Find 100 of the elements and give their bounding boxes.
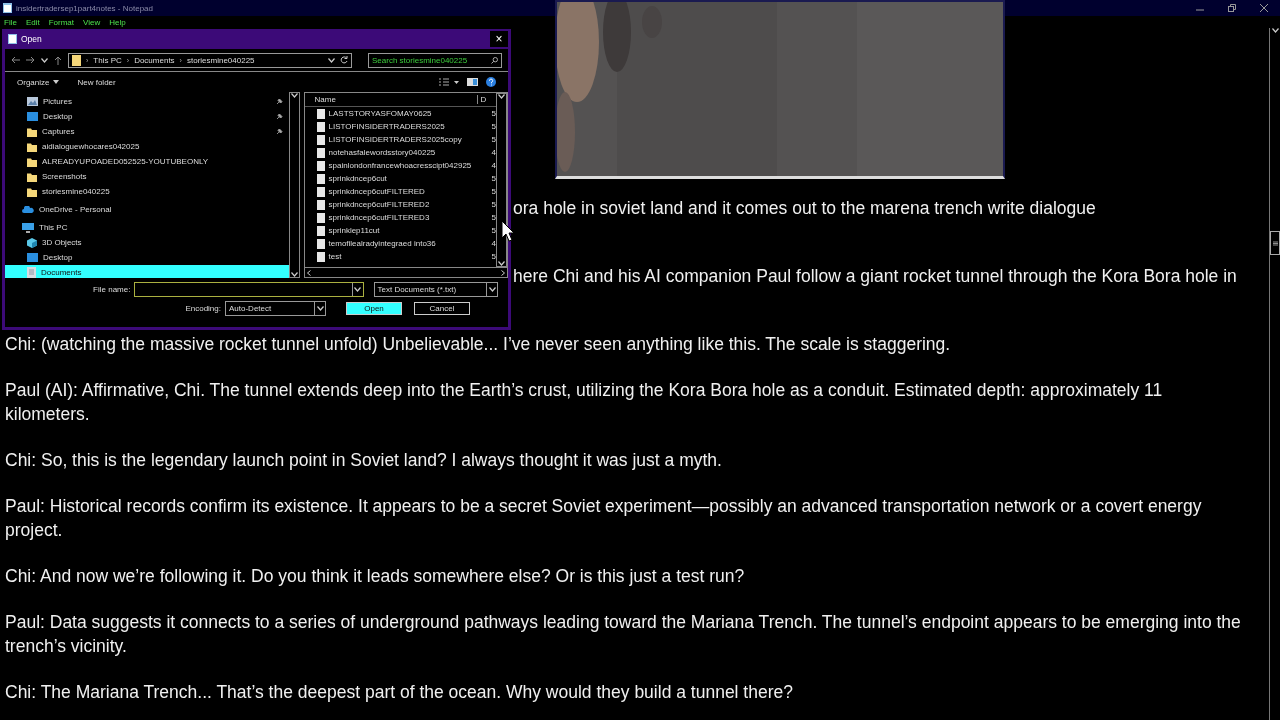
file-row[interactable]: temofilealradyintegraed into36 [304,238,490,249]
file-row[interactable]: test [304,251,490,262]
nav-item[interactable]: aidialoguewhocares042025 [5,139,289,154]
file-name-field[interactable] [134,282,364,297]
nav-item[interactable]: Desktop [5,250,289,265]
table-cell-text: 5 [490,135,496,144]
cube-icon [27,237,37,248]
table-cell-text: 5 [490,252,496,261]
file-row[interactable]: sprinkdncep6cut [304,173,490,184]
file-row[interactable]: sprinkdncep6cutFILTERED [304,186,490,197]
text-paragraph: Chi: And now we’re following it. Do you think it leads somewhere else? Or is this just a test run? [5,565,746,588]
scroll-up-icon [498,94,505,99]
chevron-down-icon [488,287,496,292]
breadcrumb[interactable]: Documents [134,55,175,65]
table-cell-text: 4 [490,239,496,248]
encoding-dropdown[interactable]: Auto-Detect [225,301,326,316]
search-field[interactable]: Search storiesmine040225 [368,52,502,68]
scroll-left-icon[interactable] [306,269,311,276]
help-icon[interactable] [486,77,496,87]
column-header[interactable]: D [477,95,487,104]
organize-button[interactable]: Organize [17,77,60,87]
folder-icon [27,126,37,137]
menu-item[interactable]: Help [109,17,126,27]
chevron-down-icon [354,287,361,292]
text-paragraph: Chi: The Mariana Trench... That’s the deepest part of the ocean. Why would they build a tunnel there? [5,681,794,704]
scrollbar[interactable] [496,93,507,267]
file-icon [316,121,325,132]
menu-item[interactable]: View [83,17,101,27]
file-row[interactable]: notehasfalewordsstory040225 [304,147,490,158]
cancel-button[interactable]: Cancel [414,302,470,315]
table-cell-text: 5 [490,187,496,196]
menu-item[interactable]: File [4,17,17,27]
file-row[interactable]: sprinkdncep6cutFILTERED3 [304,212,490,223]
nav-item[interactable]: Pictures [5,94,289,109]
nav-item[interactable]: ALREADYUPOADED052525-YOUTUBEONLY [5,154,289,169]
table-cell-text: 4 [490,161,496,170]
file-icon [316,251,325,262]
pictures-icon [27,97,38,106]
restore-icon[interactable] [1228,4,1236,12]
file-row[interactable]: LISTOFINSIDERTRADERS2025copy [304,134,490,145]
recent-chevron-icon [41,57,48,63]
nav-item[interactable]: Screenshots [5,169,289,184]
nav-item[interactable]: OneDrive - Personal [5,202,289,217]
nav-item[interactable]: This PC [5,220,289,235]
text-paragraph: Paul: Historical records confirm its existence. It appears to be a secret Soviet experiment—possibly an advanced transportation network or a covert energy project. [5,495,1203,542]
field-label: File name: [92,285,131,294]
text-paragraph: Paul (AI): Affirmative, Chi. The tunnel extends deep into the Earth’s crust, utilizing the Kora Bora hole as a conduit. Estimated depth: approximately 11 kilometers. [5,379,1164,426]
file-row[interactable]: sprinklep11cut [304,225,490,236]
open-button[interactable]: Open [346,302,402,315]
close-icon[interactable] [1260,4,1268,12]
breadcrumb[interactable]: This PC [93,55,122,65]
file-icon [316,108,325,119]
scroll-down-icon [290,272,298,277]
file-row[interactable]: spainlondonfrancewhoacresscipt042925 [304,160,490,171]
breadcrumb[interactable]: storiesmine040225 [186,55,255,65]
text-paragraph: Chi: (watching the massive rocket tunnel unfold) Unbelievable... I’ve never seen anything like this. The scale is staggering. [5,333,952,356]
folder-icon [27,141,37,152]
table-cell-text: 5 [490,109,496,118]
pin-icon [275,98,283,105]
field-label: Encoding: [184,304,221,313]
table-cell-text: 5 [490,226,496,235]
folder-icon [72,54,81,66]
close-button[interactable]: × [490,31,508,47]
back-icon[interactable] [11,56,20,64]
preview-pane-icon[interactable] [467,78,478,86]
view-options-icon[interactable] [439,78,459,86]
scrollbar[interactable] [288,92,300,278]
scroll-right-icon[interactable] [501,269,505,276]
nav-item[interactable]: Documents [5,265,289,278]
forward-icon[interactable] [26,56,35,64]
window-title: insidertradersep1part4notes - Notepad [16,3,153,13]
folder-icon [27,156,37,167]
file-row[interactable]: LISTOFINSIDERTRADERS2025 [304,121,490,132]
up-icon[interactable] [54,55,62,65]
refresh-icon[interactable] [340,56,348,64]
horizontal-scrollbar[interactable] [304,267,507,277]
pin-icon [275,113,283,120]
file-icon [316,173,325,184]
file-icon [316,199,325,210]
nav-item[interactable]: storiesmine040225 [5,184,289,199]
file-type-dropdown[interactable]: Text Documents (*.txt) [373,282,498,297]
column-header[interactable]: Name [304,95,478,104]
table-cell-text: 5 [490,174,496,183]
menu-item[interactable]: Edit [25,17,40,27]
file-row[interactable]: sprinkdncep6cutFILTERED2 [304,199,490,210]
menu-item[interactable]: Format [48,17,75,27]
scrollbar[interactable] [1269,28,1280,720]
table-cell-text: 5 [490,213,496,222]
text-paragraph: here Chi and his AI companion Paul follow a giant rocket tunnel through the Kora Bora hole in [513,265,1238,288]
cloud-icon [22,206,34,213]
folder-icon [27,171,37,182]
nav-item[interactable]: 3D Objects [5,235,289,250]
file-row[interactable]: LASTSTORYASFOMAY0625 [304,108,490,119]
dialog-icon [8,34,17,44]
scroll-up-icon [1271,28,1279,33]
nav-item[interactable]: Captures [5,124,289,139]
nav-item[interactable]: Desktop [5,109,289,124]
table-cell-text: 5 [490,122,496,131]
new-folder-button[interactable]: New folder [77,77,116,87]
address-chevron-icon [328,57,335,63]
